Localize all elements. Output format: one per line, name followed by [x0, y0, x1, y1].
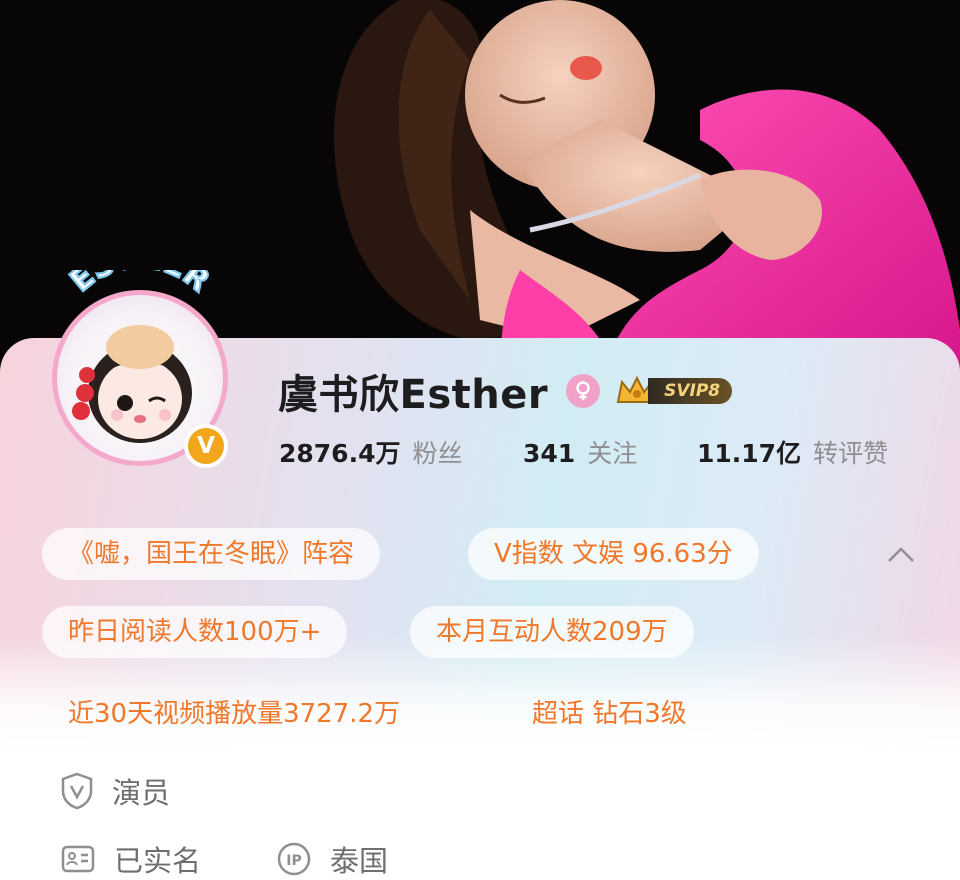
- chip-monthly-interactions[interactable]: 本月互动人数209万: [410, 606, 694, 658]
- ip-icon: IP: [277, 842, 311, 876]
- svg-text:IP: IP: [286, 853, 301, 869]
- avatar[interactable]: ESTHER V: [38, 270, 242, 480]
- verified-row: 已实名: [60, 838, 201, 880]
- stat-label: 粉丝: [412, 439, 463, 468]
- female-icon: [566, 374, 601, 408]
- ip-row: IP 泰国: [276, 838, 388, 880]
- stat-value: 341: [523, 439, 576, 468]
- svip-label: SVIP8: [648, 378, 733, 404]
- shield-v-icon: [61, 772, 93, 810]
- chip-daily-readers[interactable]: 昨日阅读人数100万+: [42, 606, 348, 658]
- svip-badge[interactable]: SVIP8: [614, 374, 733, 408]
- chevron-up-icon[interactable]: [884, 538, 918, 572]
- stat-likes[interactable]: 11.17亿 转评赞: [697, 434, 888, 470]
- stat-following[interactable]: 341 关注: [523, 434, 637, 470]
- name-row: 虞书欣Esther SVIP8: [278, 362, 733, 420]
- verified-badge: V: [184, 424, 228, 468]
- ip-location-text: 泰国: [330, 844, 389, 878]
- profession-text: 演员: [112, 776, 171, 810]
- chip-show-cast[interactable]: 《嘘，国王在冬眠》阵容: [42, 528, 381, 580]
- stat-value: 11.17亿: [697, 439, 802, 468]
- profile-name[interactable]: 虞书欣Esther: [278, 362, 548, 420]
- stat-label: 转评赞: [813, 439, 889, 468]
- stat-followers[interactable]: 2876.4万 粉丝: [279, 434, 463, 470]
- stat-value: 2876.4万: [279, 439, 401, 468]
- stat-label: 关注: [587, 439, 638, 468]
- id-card-icon: [61, 845, 95, 873]
- verified-text: 已实名: [114, 844, 202, 878]
- chip-video-plays[interactable]: 近30天视频播放量3727.2万: [42, 688, 426, 740]
- chip-super-topic[interactable]: 超话 钻石3级: [506, 688, 713, 740]
- chip-v-index[interactable]: V指数 文娱 96.63分: [468, 528, 759, 580]
- profession-row: 演员: [60, 770, 170, 812]
